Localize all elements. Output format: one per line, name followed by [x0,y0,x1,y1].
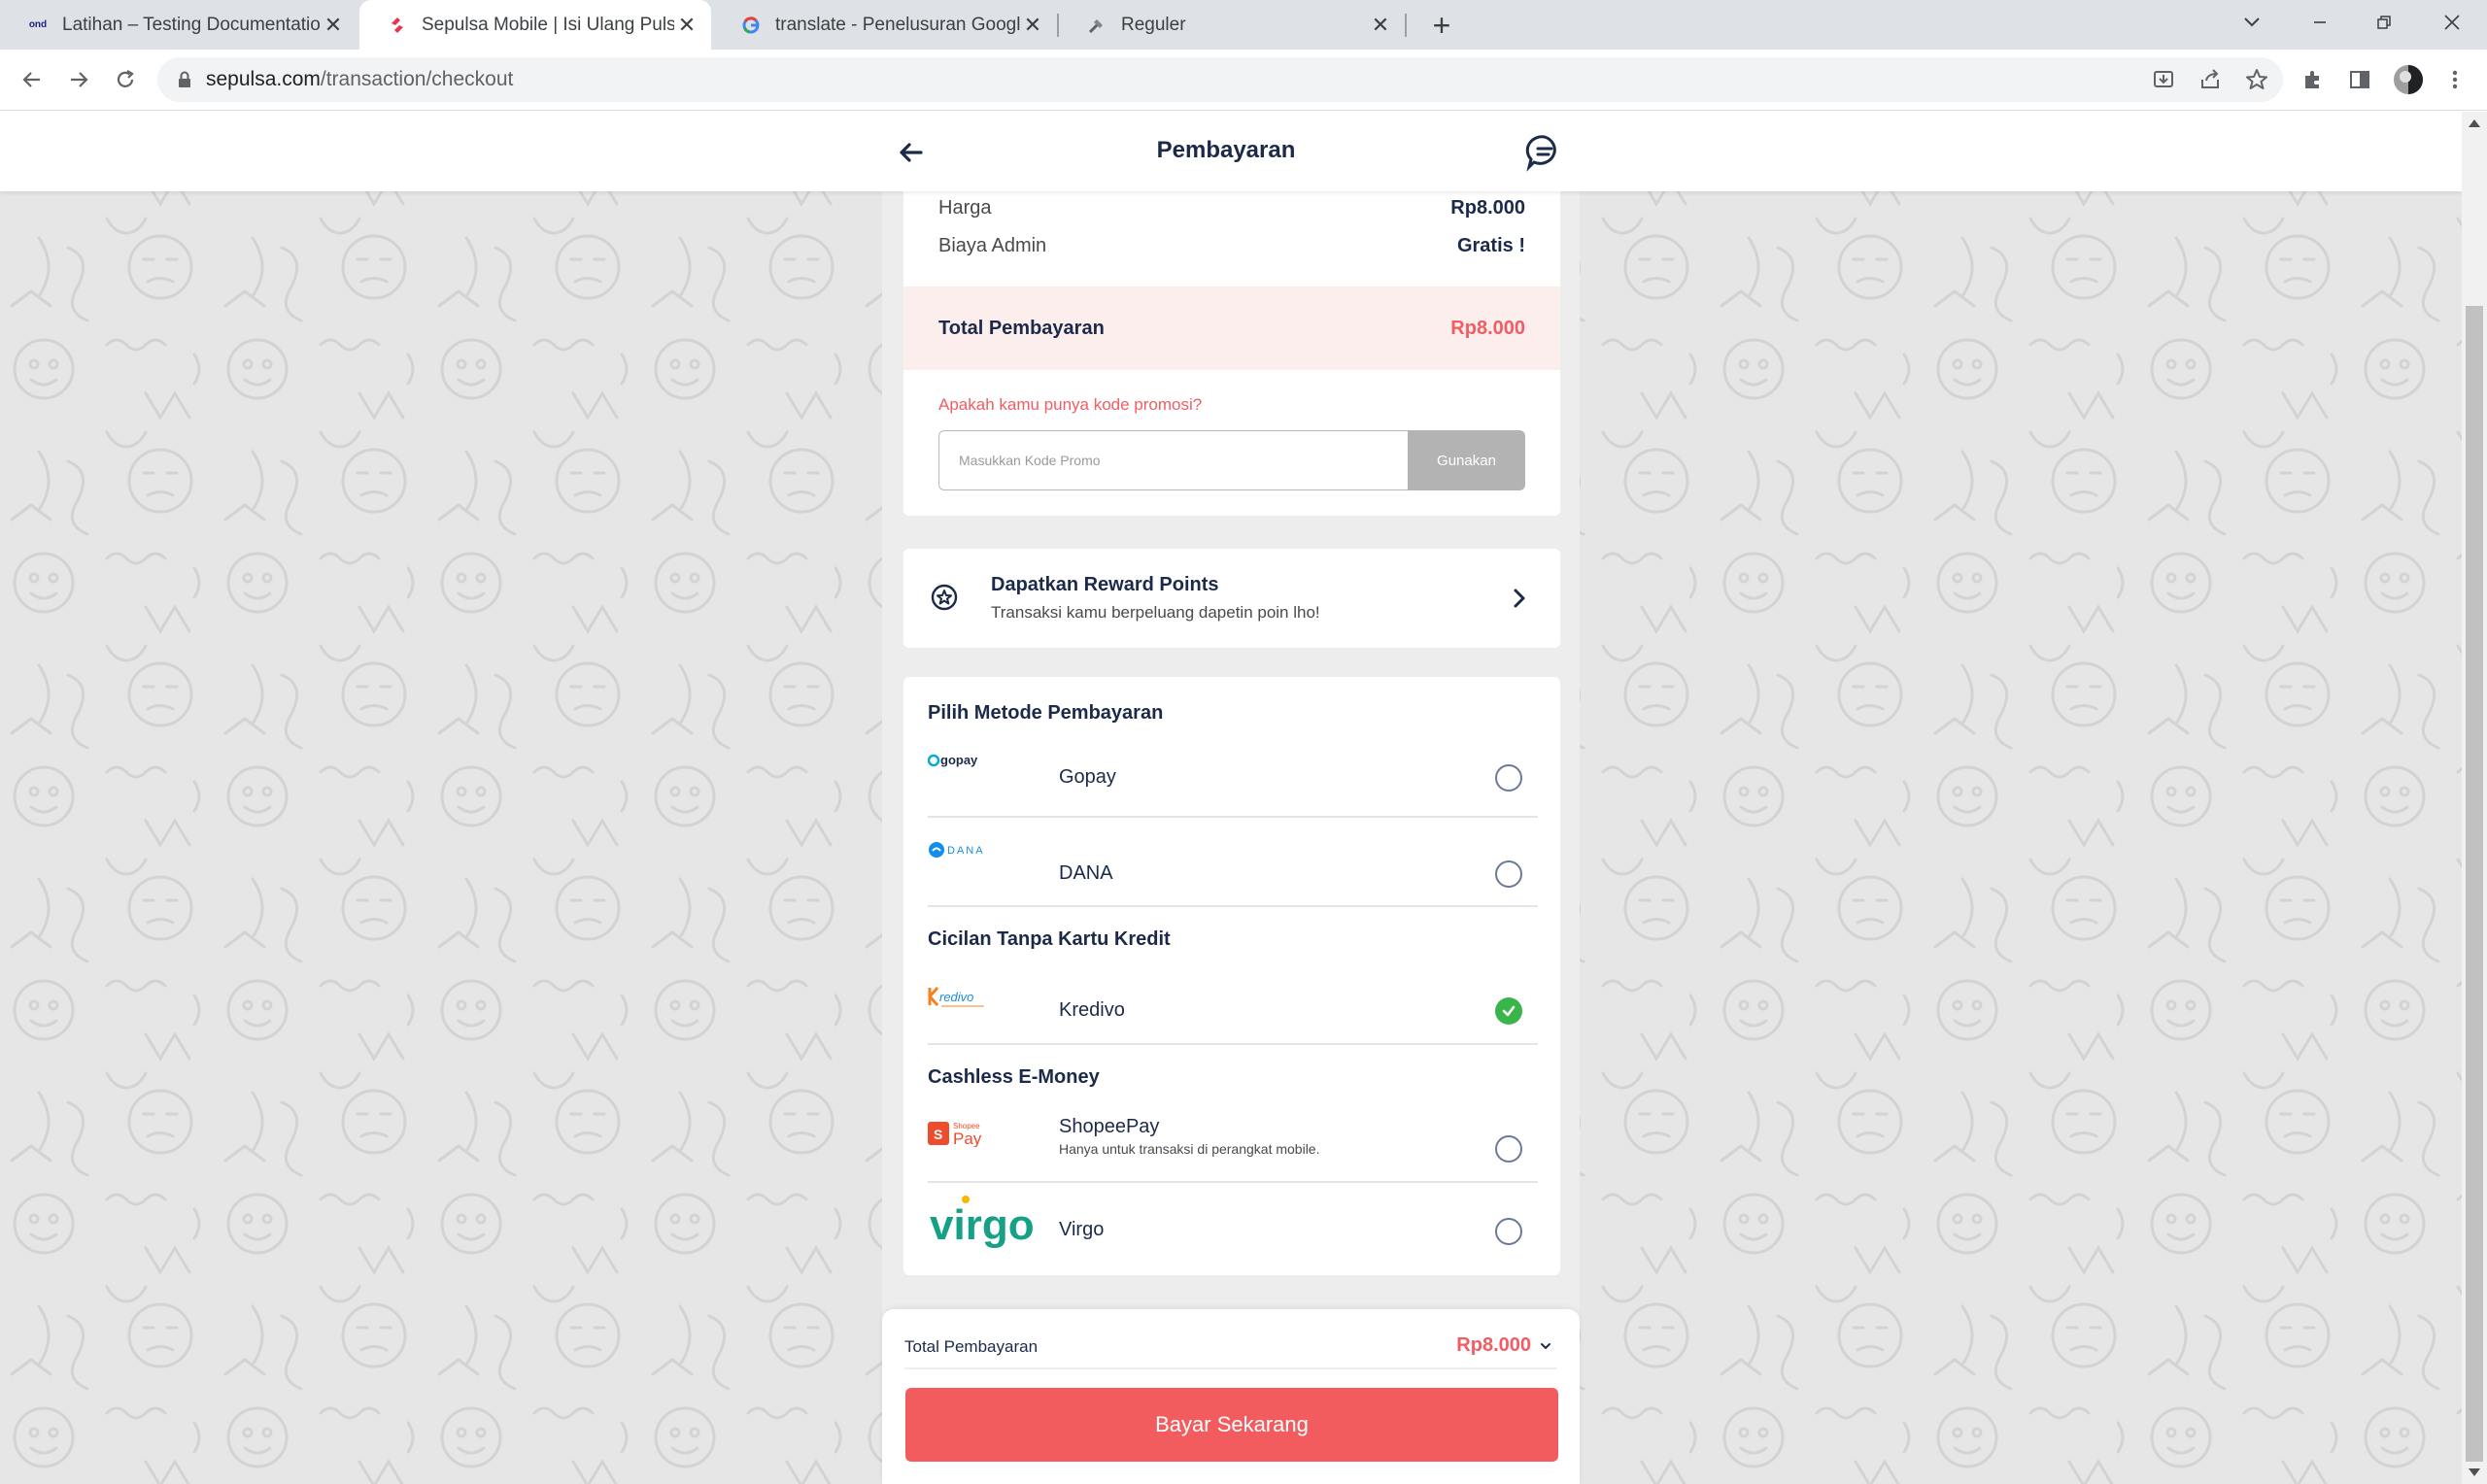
tab-search-icon[interactable] [2223,0,2281,45]
avatar[interactable] [2392,63,2425,96]
chat-support-icon[interactable] [1525,133,1564,172]
payment-option-kredivo[interactable]: redivo Kredivo [928,966,1538,1045]
browser-tab-3[interactable]: translate - Penelusuran Google ✕ [713,0,1057,50]
radio-gopay[interactable] [1495,764,1522,792]
close-tab-icon[interactable]: ✕ [1368,13,1393,38]
dana-logo-icon: DANA [928,839,990,865]
payment-name: Gopay [1059,766,1116,788]
browser-tab-strip: ond Latihan – Testing Documentation ✕ Se… [0,0,2487,50]
extensions-icon[interactable] [2297,63,2330,96]
shopeepay-logo-icon: S Shopee Pay [928,1120,990,1152]
new-tab-icon[interactable]: + [1424,8,1459,43]
footer-divider [904,1367,1557,1369]
scroll-up-arrow-icon[interactable] [2469,119,2480,127]
radio-shopeepay[interactable] [1495,1135,1522,1163]
payment-option-virgo[interactable]: virgo Virgo [928,1193,1538,1270]
radio-virgo[interactable] [1495,1218,1522,1245]
radio-kredivo-selected[interactable] [1495,997,1522,1025]
virgo-logo-icon: virgo [928,1193,1035,1258]
tab-title: Sepulsa Mobile | Isi Ulang Pulsa S [422,14,674,35]
svg-text:Pay: Pay [953,1130,982,1147]
reward-title: Dapatkan Reward Points [991,574,1219,595]
promo-question: Apakah kamu punya kode promosi? [938,395,1203,414]
svg-text:DANA: DANA [947,845,985,857]
tab-separator [1405,14,1407,37]
app-header: Pembayaran [0,112,2462,191]
share-icon[interactable] [2194,63,2227,96]
browser-tab-1[interactable]: ond Latihan – Testing Documentation ✕ [0,0,358,50]
radio-dana[interactable] [1495,860,1522,888]
total-payment-value: Rp8.000 [1450,318,1525,339]
close-tab-icon[interactable]: ✕ [1020,13,1045,38]
promo-code-input[interactable]: Masukkan Kode Promo [938,430,1409,490]
reward-subtitle: Transaksi kamu berpeluang dapetin poin l… [991,603,1320,622]
svg-text:gopay: gopay [940,753,978,767]
page-content: Harga Rp8.000 Biaya Admin Gratis ! Total… [0,112,2462,1484]
scroll-down-arrow-icon[interactable] [2469,1468,2480,1476]
browser-toolbar: sepulsa.com/transaction/checkout [0,50,2487,111]
kredivo-logo-icon: redivo [928,986,990,1016]
payment-option-gopay[interactable]: gopay Gopay [927,739,1538,818]
url-text: sepulsa.com/transaction/checkout [206,68,513,91]
browser-tab-2[interactable]: Sepulsa Mobile | Isi Ulang Pulsa S ✕ [359,0,711,50]
close-tab-icon[interactable]: ✕ [674,13,699,38]
tab-title: translate - Penelusuran Google [775,14,1020,35]
install-app-icon[interactable] [2147,63,2180,96]
bookmark-star-icon[interactable] [2240,63,2273,96]
payment-option-shopeepay[interactable]: S Shopee Pay ShopeePay Hanya untuk transak… [928,1102,1538,1183]
reward-points-card[interactable] [903,549,1560,648]
checkmark-icon [1502,1005,1516,1017]
lock-icon [179,71,190,87]
payment-name: Virgo [1059,1219,1105,1240]
page-scrollbar[interactable] [2462,112,2487,1484]
restore-icon[interactable] [2355,0,2413,45]
section-title-emoney: Cashless E-Money [928,1066,1100,1088]
payment-name: ShopeePay [1059,1116,1160,1137]
tab-title: Latihan – Testing Documentation [62,14,321,35]
side-panel-icon[interactable] [2343,63,2376,96]
minimize-icon[interactable] [2291,0,2349,45]
address-bar[interactable]: sepulsa.com/transaction/checkout [157,57,2283,102]
footer-total-value[interactable]: Rp8.000 [1438,1334,1531,1357]
total-payment-label: Total Pembayaran [938,318,1105,339]
svg-text:redivo: redivo [939,990,973,1004]
payment-option-dana[interactable]: DANA DANA [928,827,1538,907]
google-logo-icon [740,15,762,36]
svg-text:virgo: virgo [930,1201,1035,1249]
ond-logo-icon: ond [28,19,48,30]
pay-now-button[interactable]: Bayar Sekarang [905,1388,1558,1462]
sepulsa-logo-icon [387,15,408,36]
section-title-installment: Cicilan Tanpa Kartu Kredit [928,928,1171,950]
close-tab-icon[interactable]: ✕ [321,13,346,38]
forward-icon[interactable] [60,61,97,98]
url-path: /transaction/checkout [320,68,514,90]
scrollbar-thumb[interactable] [2466,306,2483,1462]
page-title: Pembayaran [1156,137,1296,163]
tool-icon [1086,15,1107,36]
payment-note: Hanya untuk transaksi di perangkat mobil… [1059,1141,1320,1157]
close-window-icon[interactable] [2423,0,2481,45]
price-label: Harga [938,197,992,219]
footer-total-label: Total Pembayaran [904,1337,1039,1356]
chevron-down-icon[interactable] [1539,1339,1552,1353]
gopay-logo-icon: gopay [927,751,990,775]
payment-name: Kredivo [1059,999,1125,1021]
back-arrow-icon[interactable] [894,135,929,170]
browser-menu-icon[interactable] [2438,63,2471,96]
price-value: Rp8.000 [1450,197,1525,219]
payment-name: DANA [1059,862,1113,884]
back-icon[interactable] [14,61,51,98]
apply-promo-button[interactable]: Gunakan [1408,430,1525,490]
reward-badge-icon [929,582,960,613]
tab-title: Reguler [1121,14,1186,35]
svg-text:S: S [934,1127,942,1142]
reload-icon[interactable] [107,61,144,98]
url-host: sepulsa.com [206,68,321,90]
admin-fee-value: Gratis ! [1456,235,1525,256]
admin-fee-label: Biaya Admin [938,235,1047,256]
section-title-payment-method: Pilih Metode Pembayaran [928,702,1164,724]
chevron-right-icon[interactable] [1510,587,1529,610]
browser-tab-4[interactable]: Reguler ✕ [1059,0,1405,50]
